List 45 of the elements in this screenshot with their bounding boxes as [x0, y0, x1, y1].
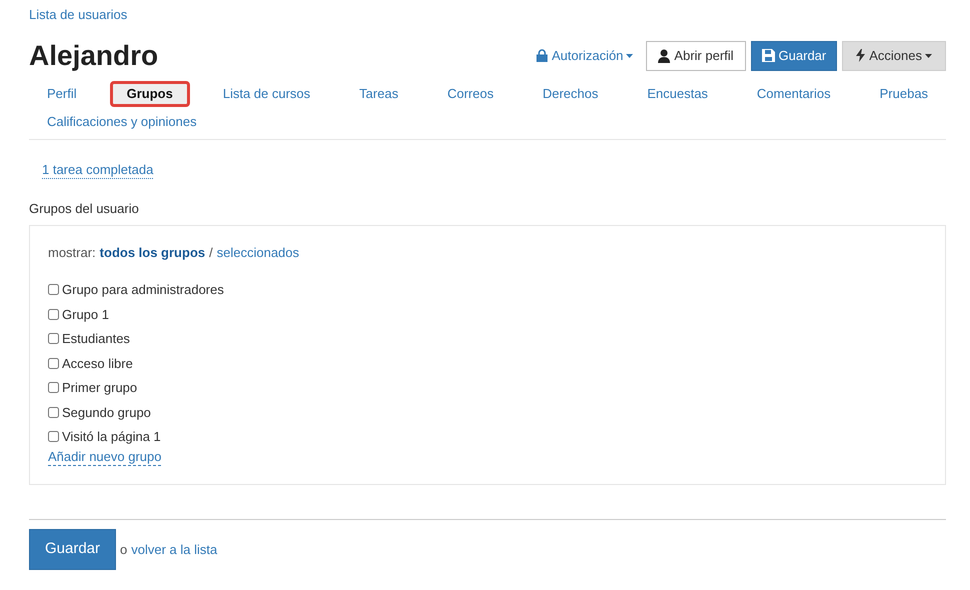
actions-menu-button[interactable]: Acciones — [842, 40, 946, 70]
caret-icon — [626, 54, 634, 58]
group-label: Acceso libre — [62, 354, 133, 372]
tab[interactable]: Calificaciones y opiniones — [31, 108, 213, 134]
section-heading: Grupos del usuario — [29, 200, 140, 218]
tab[interactable]: Pruebas — [864, 80, 944, 106]
open-profile-button[interactable]: Abrir perfil — [646, 40, 746, 70]
breadcrumb-link[interactable]: Lista de usuarios — [29, 5, 128, 24]
lock-icon — [536, 49, 548, 62]
save-button[interactable]: Guardar — [750, 40, 838, 70]
back-to-list-link[interactable]: volver a la lista — [131, 540, 218, 560]
filter-link[interactable]: todos los grupos — [100, 242, 206, 262]
add-group-link[interactable]: Añadir nuevo grupo — [48, 448, 162, 466]
tab[interactable]: Correos — [431, 80, 510, 106]
checkbox[interactable] — [48, 308, 59, 320]
footer-text: o — [120, 540, 128, 559]
group-label: Primer grupo — [62, 379, 138, 397]
filter-label: mostrar: — [48, 244, 96, 262]
group-label: Visitó la página 1 — [62, 428, 161, 446]
group-label: Grupo 1 — [62, 306, 109, 324]
checkbox[interactable] — [48, 382, 59, 394]
group-label: Grupo para administradores — [62, 281, 224, 299]
tab[interactable]: Tareas — [343, 80, 414, 106]
tab[interactable]: Grupos — [110, 80, 190, 106]
lightning-icon — [856, 49, 866, 62]
checkbox[interactable] — [48, 358, 59, 369]
person-icon — [658, 48, 670, 62]
checkbox[interactable] — [48, 284, 59, 296]
separator-text: / — [209, 244, 213, 262]
task-link[interactable]: 1 tarea completada — [42, 162, 154, 178]
checkbox[interactable] — [48, 333, 59, 344]
caret-icon — [925, 54, 932, 58]
tab[interactable]: Comentarios — [740, 80, 847, 106]
checkbox[interactable] — [48, 406, 59, 418]
tab[interactable]: Encuestas — [631, 80, 724, 106]
authorization-menu-button[interactable]: Autorización — [528, 40, 642, 70]
user-name-heading: Alejandro — [29, 38, 158, 73]
tab[interactable]: Derechos — [526, 80, 614, 106]
filter-link[interactable]: seleccionados — [216, 242, 300, 262]
checkbox[interactable] — [48, 431, 59, 442]
tab[interactable]: Lista de cursos — [206, 80, 326, 106]
group-label: Segundo grupo — [62, 404, 151, 422]
group-label: Estudiantes — [62, 330, 130, 348]
tab[interactable]: Perfil — [31, 80, 93, 106]
save-button[interactable]: Guardar — [29, 529, 116, 570]
